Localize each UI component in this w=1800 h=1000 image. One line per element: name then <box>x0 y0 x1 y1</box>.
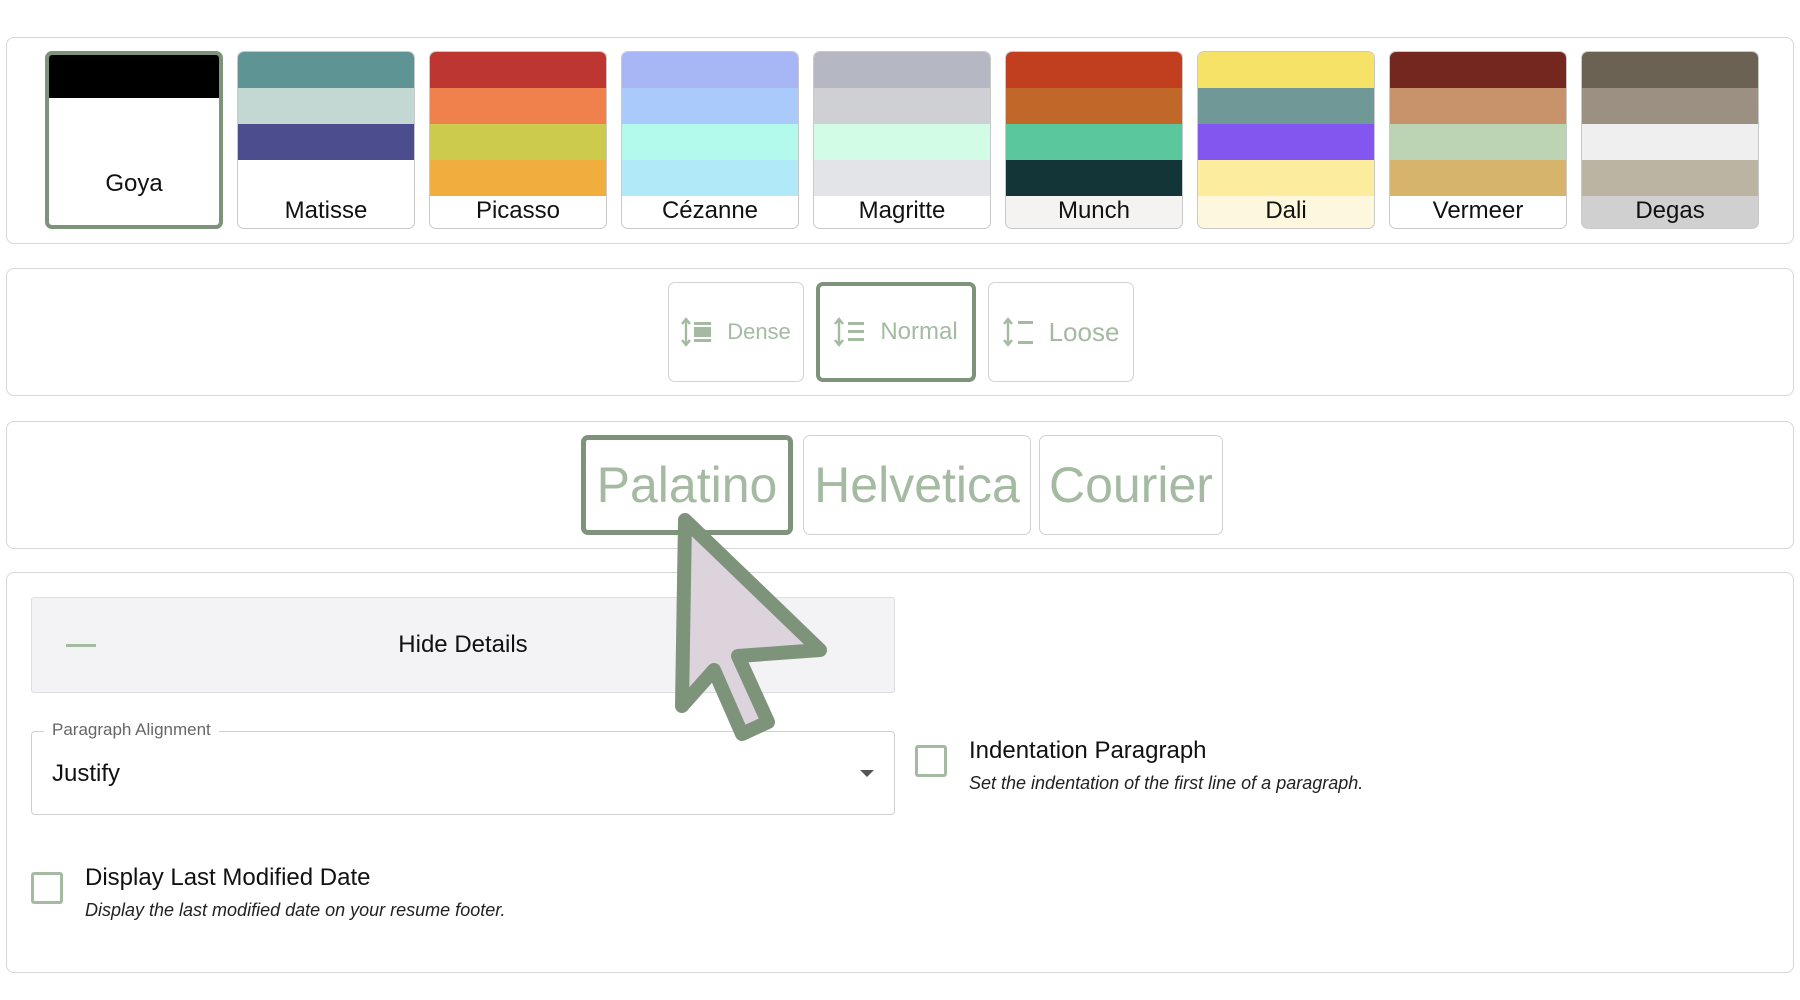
spacing-dense-button[interactable]: Dense <box>668 282 804 382</box>
line-spacing-panel: Dense Normal Loose <box>6 268 1794 396</box>
palette-vermeer[interactable]: Vermeer <box>1389 51 1567 229</box>
font-label: Helvetica <box>814 457 1020 513</box>
palette-color-band <box>1198 124 1374 160</box>
font-courier-button[interactable]: Courier <box>1039 435 1223 535</box>
last-modified-description: Display the last modified date on your r… <box>85 900 506 920</box>
font-helvetica-button[interactable]: Helvetica <box>803 435 1031 535</box>
palette-color-band <box>1390 124 1566 160</box>
palette-color-band <box>814 52 990 88</box>
palette-color-band <box>622 160 798 196</box>
palette-color-band <box>1006 160 1182 196</box>
paragraph-alignment-value: Justify <box>52 760 121 787</box>
paragraph-alignment-select[interactable]: Paragraph Alignment Justify <box>31 720 895 815</box>
palette-color-band <box>1390 160 1566 196</box>
paragraph-alignment-legend: Paragraph Alignment <box>44 720 219 740</box>
palette-color-band <box>430 88 606 124</box>
palette-name: Munch <box>1057 197 1131 224</box>
loose-spacing-icon <box>1002 317 1033 347</box>
last-modified-title: Display Last Modified Date <box>85 864 371 891</box>
palette-color-band <box>622 88 798 124</box>
last-modified-checkbox[interactable] <box>31 872 63 904</box>
palette-color-band <box>238 88 414 124</box>
palette-dali[interactable]: Dali <box>1197 51 1375 229</box>
indentation-checkbox[interactable] <box>915 745 947 777</box>
font-label: Courier <box>1049 457 1213 513</box>
hide-details-toggle[interactable]: Hide Details <box>31 597 895 693</box>
palette-color-band <box>1582 52 1758 88</box>
normal-spacing-icon <box>834 317 865 347</box>
spacing-loose-button[interactable]: Loose <box>988 282 1134 382</box>
spacing-label: Dense <box>727 319 791 344</box>
indentation-description: Set the indentation of the first line of… <box>969 773 1364 793</box>
options-panel: Hide Details Paragraph Alignment Justify… <box>6 572 1794 973</box>
palette-cezanne[interactable]: Cézanne <box>621 51 799 229</box>
palette-color-band <box>1198 88 1374 124</box>
palette-name: Vermeer <box>1432 197 1524 224</box>
palette-color-band <box>622 124 798 160</box>
palette-matisse[interactable]: Matisse <box>237 51 415 229</box>
indentation-title: Indentation Paragraph <box>969 737 1207 764</box>
palette-name: Magritte <box>858 197 946 224</box>
spacing-label: Normal <box>880 318 958 345</box>
palette-color-band <box>1390 52 1566 88</box>
palette-color-band <box>1198 52 1374 88</box>
palette-name: Picasso <box>475 197 561 224</box>
palette-color-band <box>814 124 990 160</box>
hide-details-label: Hide Details <box>398 631 528 658</box>
font-family-panel: Palatino Helvetica Courier <box>6 421 1794 549</box>
palette-color-band <box>1582 88 1758 124</box>
palette-color-band <box>430 160 606 196</box>
palette-degas[interactable]: Degas <box>1581 51 1759 229</box>
palette-name: Cézanne <box>661 197 759 224</box>
palette-color-band <box>1006 52 1182 88</box>
color-palette-panel: Goya Matisse Picasso Cézanne Magritte Mu… <box>6 37 1794 244</box>
dense-spacing-icon <box>681 317 712 347</box>
palette-color-band <box>49 55 219 98</box>
palette-munch[interactable]: Munch <box>1005 51 1183 229</box>
chevron-down-icon <box>860 770 874 777</box>
palette-color-band <box>814 88 990 124</box>
spacing-label: Loose <box>1048 316 1120 347</box>
palette-name: Degas <box>1635 197 1705 224</box>
last-modified-option: Display Last Modified Date Display the l… <box>31 864 731 934</box>
palette-color-band <box>1006 124 1182 160</box>
palette-color-band <box>238 52 414 88</box>
palette-color-band <box>1006 88 1182 124</box>
font-label: Palatino <box>596 457 778 513</box>
palette-color-band <box>430 52 606 88</box>
palette-color-band <box>430 124 606 160</box>
palette-name: Matisse <box>284 197 368 224</box>
palette-goya[interactable]: Goya <box>45 51 223 229</box>
palette-color-band <box>814 160 990 196</box>
palette-picasso[interactable]: Picasso <box>429 51 607 229</box>
palette-color-band <box>1582 160 1758 196</box>
palette-color-band <box>1198 160 1374 196</box>
indentation-option: Indentation Paragraph Set the indentatio… <box>915 737 1515 807</box>
font-palatino-button[interactable]: Palatino <box>581 435 793 535</box>
palette-color-band <box>238 124 414 160</box>
palette-magritte[interactable]: Magritte <box>813 51 991 229</box>
palette-name: Goya <box>105 170 163 197</box>
palette-color-band <box>622 52 798 88</box>
palette-color-band <box>1390 88 1566 124</box>
spacing-normal-button[interactable]: Normal <box>816 282 976 382</box>
palette-name: Dali <box>1265 197 1307 224</box>
palette-color-band <box>1582 124 1758 160</box>
palette-color-band <box>238 160 414 196</box>
